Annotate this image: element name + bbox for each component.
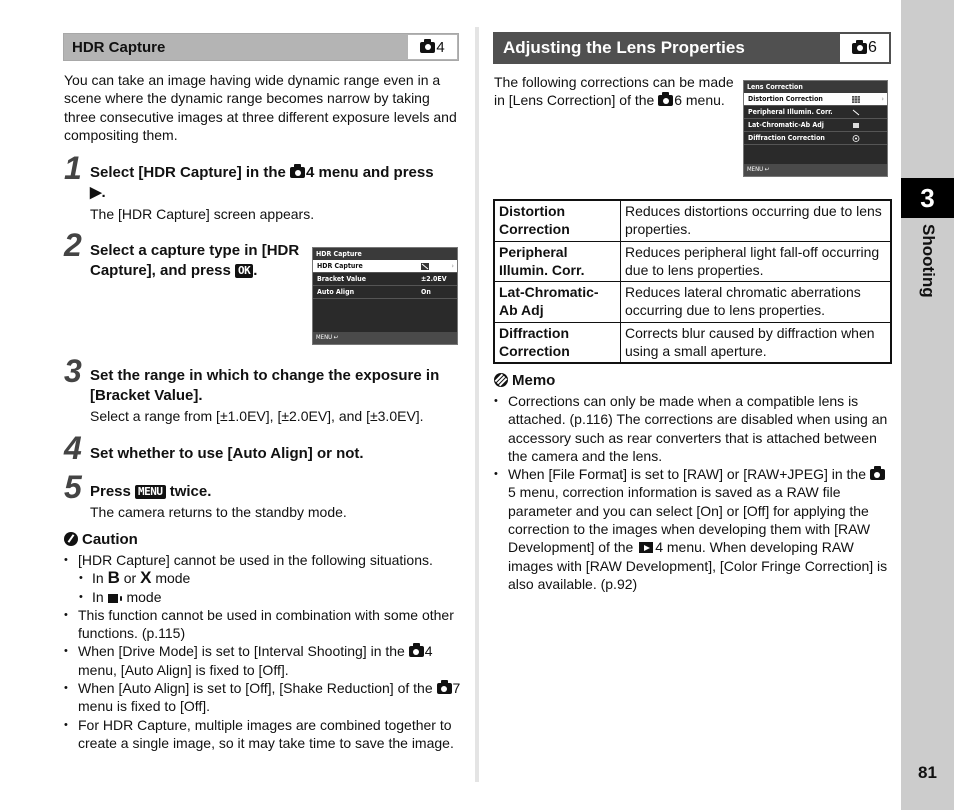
right-arrow-key-icon: ▶. bbox=[90, 184, 106, 201]
step-description: The camera returns to the standby mode. bbox=[90, 504, 347, 520]
screen-title: Lens Correction bbox=[744, 81, 887, 93]
step-description: Select a range from [±1.0EV], [±2.0EV], … bbox=[90, 408, 424, 424]
list-item: [HDR Capture] cannot be used in the foll… bbox=[63, 551, 465, 606]
step-title: Set the range in which to change the exp… bbox=[90, 367, 440, 404]
chevron-right-icon: › bbox=[451, 262, 454, 270]
chromatic-icon bbox=[852, 119, 860, 131]
list-item: In mode bbox=[78, 588, 465, 607]
table-row: Diffraction Correction Corrects blur cau… bbox=[493, 321, 892, 364]
table-cell-key: Diffraction Correction bbox=[493, 321, 621, 364]
screen-title: HDR Capture bbox=[313, 248, 457, 260]
section-header-hdr-capture: HDR Capture 4 bbox=[63, 33, 459, 61]
list-item: When [Drive Mode] is set to [Interval Sh… bbox=[63, 642, 465, 679]
screen-row-diffraction: Diffraction Correction bbox=[744, 132, 887, 145]
step-number: 5 bbox=[64, 469, 82, 505]
chevron-right-icon: › bbox=[881, 95, 884, 103]
chapter-number-tab: 3 bbox=[901, 178, 954, 218]
column-divider bbox=[475, 27, 479, 782]
list-item: Corrections can only be made when a comp… bbox=[493, 392, 891, 465]
list-item: This function cannot be used in combinat… bbox=[63, 606, 465, 643]
table-row: Lat-Chromatic-Ab Adj Reduces lateral chr… bbox=[493, 281, 892, 323]
chapter-label: Shooting bbox=[919, 224, 938, 298]
memo-heading: Memo bbox=[494, 372, 555, 390]
step-number: 2 bbox=[64, 227, 82, 263]
camera-icon bbox=[869, 466, 885, 481]
screen-row-chromatic: Lat-Chromatic-Ab Adj bbox=[744, 119, 887, 132]
memo-icon bbox=[494, 373, 508, 387]
list-item: When [File Format] is set to [RAW] or [R… bbox=[493, 465, 891, 593]
movie-mode-icon bbox=[107, 593, 122, 603]
screen-row-auto-align: Auto Align On bbox=[313, 286, 457, 299]
caution-list: [HDR Capture] cannot be used in the foll… bbox=[63, 551, 465, 752]
x-mode-icon: X bbox=[140, 568, 152, 588]
camera-icon bbox=[290, 164, 306, 178]
table-row: Distortion Correction Reduces distortion… bbox=[493, 199, 892, 242]
screen-footer: MENU ↩ bbox=[744, 164, 887, 176]
menu-ref-badge: 4 bbox=[408, 35, 457, 59]
section-title: HDR Capture bbox=[72, 39, 166, 56]
screen-row-hdr-capture: HDR Capture › bbox=[313, 260, 457, 273]
hdr-capture-screen: HDR Capture HDR Capture › Bracket Value … bbox=[312, 247, 458, 345]
peripheral-icon bbox=[852, 106, 860, 118]
list-item: In B or X mode bbox=[78, 568, 465, 588]
back-icon: ↩ bbox=[764, 166, 770, 173]
table-cell-desc: Reduces distortions occurring due to len… bbox=[620, 199, 892, 242]
distortion-icon bbox=[852, 93, 860, 105]
screen-row-bracket-value: Bracket Value ±2.0EV bbox=[313, 273, 457, 286]
camera-icon bbox=[420, 38, 436, 53]
table-cell-desc: Corrects blur caused by diffraction when… bbox=[620, 321, 892, 364]
lens-correction-screen: Lens Correction Distortion Correction › … bbox=[743, 80, 888, 177]
list-item: For HDR Capture, multiple images are com… bbox=[63, 716, 465, 753]
bulb-mode-icon: B bbox=[107, 568, 120, 588]
list-item: When [Auto Align] is set to [Off], [Shak… bbox=[63, 679, 465, 716]
table-cell-key: Peripheral Illumin. Corr. bbox=[493, 240, 621, 283]
playback-icon bbox=[639, 542, 654, 554]
screen-row-peripheral: Peripheral Illumin. Corr. bbox=[744, 106, 887, 119]
screen-row-distortion: Distortion Correction › bbox=[744, 93, 887, 106]
caution-icon bbox=[64, 532, 78, 546]
menu-ref-badge: 6 bbox=[840, 34, 889, 62]
intro-paragraph: You can take an image having wide dynami… bbox=[64, 72, 457, 143]
section-header-lens-properties: Adjusting the Lens Properties 6 bbox=[493, 32, 891, 64]
table-cell-desc: Reduces peripheral light fall-off occurr… bbox=[620, 240, 892, 283]
caution-heading: Caution bbox=[64, 531, 138, 549]
menu-button-icon: MENU bbox=[135, 485, 166, 499]
step-description: The [HDR Capture] screen appears. bbox=[90, 206, 315, 222]
table-cell-key: Lat-Chromatic-Ab Adj bbox=[493, 281, 621, 323]
memo-list: Corrections can only be made when a comp… bbox=[493, 392, 891, 593]
step-number: 1 bbox=[64, 150, 82, 186]
screen-footer: MENU ↩ bbox=[313, 332, 457, 344]
step-title: Select [HDR Capture] in the 4 menu and p… bbox=[90, 164, 434, 201]
back-icon: ↩ bbox=[333, 334, 339, 341]
step-title: Press MENU twice. bbox=[90, 483, 212, 500]
intro-paragraph: The following corrections can be made in… bbox=[494, 74, 734, 109]
lens-correction-table: Distortion Correction Reduces distortion… bbox=[493, 199, 892, 365]
step-title: Set whether to use [Auto Align] or not. bbox=[90, 445, 364, 462]
step-title: Select a capture type in [HDR Capture], … bbox=[90, 242, 300, 279]
camera-icon bbox=[658, 92, 674, 107]
diffraction-icon bbox=[852, 132, 860, 144]
section-title: Adjusting the Lens Properties bbox=[503, 38, 745, 57]
table-cell-desc: Reduces lateral chromatic aberrations oc… bbox=[620, 281, 892, 323]
camera-icon bbox=[436, 680, 452, 695]
camera-icon bbox=[408, 643, 424, 658]
camera-icon bbox=[852, 39, 868, 54]
step-number: 3 bbox=[64, 353, 82, 389]
chapter-sidebar bbox=[901, 0, 954, 810]
table-cell-key: Distortion Correction bbox=[493, 199, 621, 242]
table-row: Peripheral Illumin. Corr. Reduces periph… bbox=[493, 240, 892, 283]
hdr-icon bbox=[421, 260, 429, 272]
step-number: 4 bbox=[64, 430, 82, 466]
ok-button-icon: OK bbox=[235, 264, 254, 278]
page-number: 81 bbox=[918, 763, 937, 782]
